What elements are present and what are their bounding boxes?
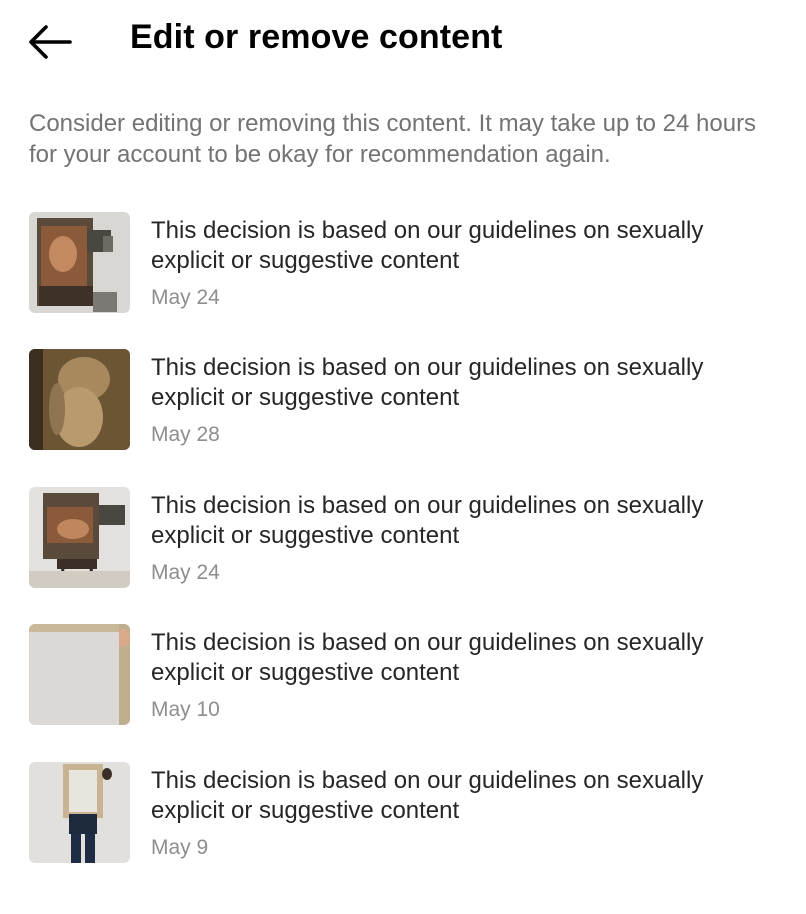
list-item[interactable]: This decision is based on our guidelines… [0,481,806,591]
post-thumbnail[interactable] [29,212,130,313]
list-item[interactable]: This decision is based on our guidelines… [0,756,806,866]
decision-reason: This decision is based on our guidelines… [151,492,704,549]
post-thumbnail[interactable] [29,762,130,863]
item-date: May 24 [151,561,220,584]
item-date: May 24 [151,286,220,309]
list-item[interactable]: This decision is based on our guidelines… [0,206,806,316]
item-date: May 28 [151,423,220,446]
page-title: Edit or remove content [130,18,503,56]
post-thumbnail[interactable] [29,487,130,588]
decision-reason: This decision is based on our guidelines… [151,217,704,274]
decision-reason: This decision is based on our guidelines… [151,767,704,824]
decision-reason: This decision is based on our guidelines… [151,629,704,686]
top-bar: Edit or remove content [0,0,806,80]
post-thumbnail[interactable] [29,624,130,725]
arrow-left-icon [29,25,72,59]
post-thumbnail[interactable] [29,349,130,450]
list-item[interactable]: This decision is based on our guidelines… [0,618,806,728]
intro-text: Consider editing or removing this conten… [29,110,757,168]
back-button[interactable] [26,22,74,62]
item-date: May 10 [151,698,220,721]
item-date: May 9 [151,836,209,859]
list-item[interactable]: This decision is based on our guidelines… [0,343,806,453]
decision-reason: This decision is based on our guidelines… [151,354,704,411]
